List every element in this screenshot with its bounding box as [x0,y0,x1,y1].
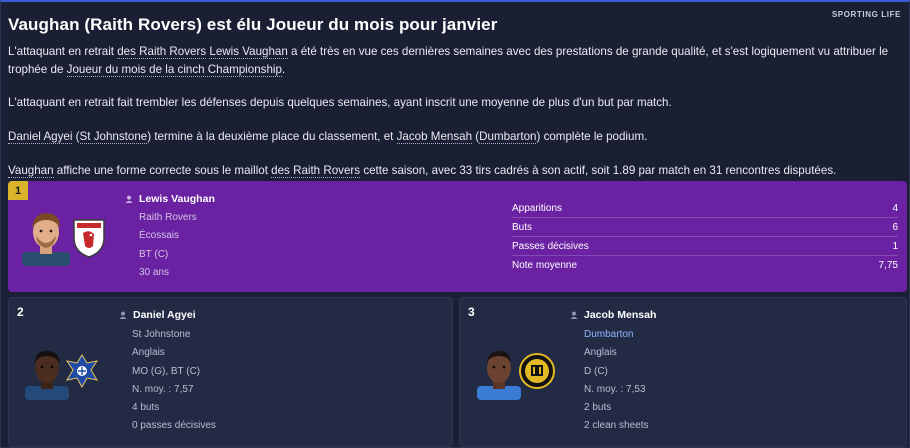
club-link[interactable]: St Johnstone [79,130,148,144]
player-goals: 4 buts [132,402,160,413]
player-club-link[interactable]: Dumbarton [584,329,633,340]
player-nationality: Anglais [584,347,617,358]
player-name[interactable]: Jacob Mensah [570,309,656,321]
runner-up-card[interactable]: 2 Daniel Agyei St Johnstone Anglais MO (… [8,297,453,447]
rank-number: 3 [468,305,475,319]
player-goals: 2 buts [584,402,612,413]
player-position: BT (C) [139,249,169,260]
rank-number: 2 [17,305,24,319]
club-crest[interactable] [65,353,99,389]
rank-badge: 1 [8,181,28,200]
player-assists: 0 passes décisives [132,420,216,431]
club-link[interactable]: Dumbarton [479,130,537,144]
article-paragraph-1: L'attaquant en retrait des Raith Rovers … [8,45,889,77]
source-tag: SPORTING LIFE [831,10,901,19]
player-name[interactable]: Daniel Agyei [119,309,196,321]
player-age: 30 ans [139,267,170,278]
player-name[interactable]: Lewis Vaughan [125,193,215,205]
stat-row: Apparitions 4 [512,199,898,218]
player-nationality: Anglais [132,347,165,358]
news-panel: Vaughan (Raith Rovers) est élu Joueur du… [0,0,910,448]
player-avatar[interactable] [25,346,69,400]
person-icon [119,311,127,319]
club-crest[interactable] [519,352,555,390]
article-title: Vaughan (Raith Rovers) est élu Joueur du… [8,15,498,34]
person-icon [570,311,578,319]
player-link[interactable]: Daniel Agyei [8,130,73,144]
player-rating: N. moy. : 7,53 [584,384,646,395]
third-place-card[interactable]: 3 Jacob Mensah Dumbarton Anglais D (C) N… [459,297,907,447]
player-link[interactable]: Vaughan [8,164,54,178]
club-link[interactable]: des Raith Rovers [271,164,361,178]
player-link[interactable]: Lewis Vaughan [209,45,288,59]
player-link[interactable]: Jacob Mensah [396,130,473,144]
club-crest[interactable] [71,216,107,258]
article-paragraph-2: L'attaquant en retrait fait trembler les… [8,96,672,109]
stats-table: Apparitions 4 Buts 6 Passes décisives 1 Not… [512,199,898,275]
player-position: MO (G), BT (C) [132,366,201,377]
player-avatar[interactable] [477,346,521,400]
player-nationality: Écossais [139,230,180,241]
person-icon [125,195,133,203]
article-paragraph-4: Vaughan affiche une forme correcte sous … [8,164,837,178]
stat-row: Buts 6 [512,218,898,237]
stat-row: Passes décisives 1 [512,237,898,256]
stat-row: Note moyenne 7,75 [512,260,898,271]
player-rating: N. moy. : 7,57 [132,384,194,395]
player-position: D (C) [584,366,608,377]
winner-card[interactable]: 1 Lewis Vaughan Raith Rovers Écossais BT… [8,181,907,292]
player-avatar[interactable] [22,208,70,266]
player-club[interactable]: Raith Rovers [139,212,197,223]
club-link[interactable]: des Raith Rovers [117,45,207,59]
player-clean-sheets: 2 clean sheets [584,420,649,431]
award-link[interactable]: Joueur du mois de la cinch Championship [66,63,282,77]
player-club[interactable]: St Johnstone [132,329,190,340]
article-paragraph-3: Daniel Agyei (St Johnstone) termine à la… [8,130,648,144]
